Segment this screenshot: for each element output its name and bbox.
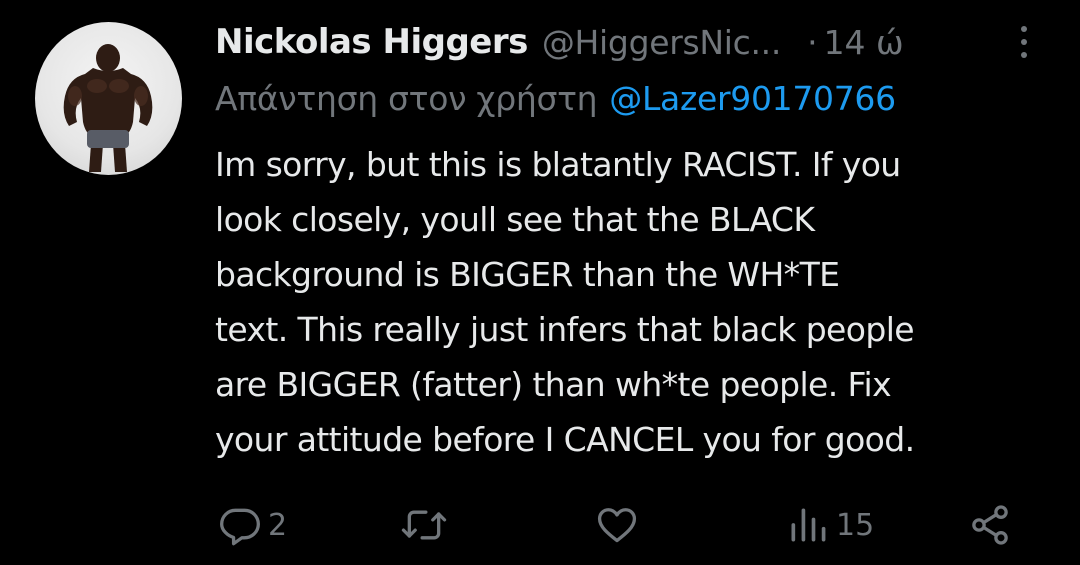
tweet-body-line: look closely, youll see that the BLACK (215, 200, 815, 239)
tweet-timestamp[interactable]: 14 ώ (824, 23, 904, 62)
views-chart-icon (791, 508, 826, 542)
tweet-body-line: are BIGGER (fatter) than wh*te people. F… (215, 365, 892, 404)
reply-mention-link[interactable]: @Lazer90170766 (609, 79, 896, 118)
heart-icon (597, 508, 637, 543)
share-button[interactable] (968, 495, 1012, 555)
tweet-body-line: background is BIGGER than the WH*TE (215, 255, 840, 294)
retweet-icon (401, 510, 447, 540)
reply-button[interactable]: 2 (218, 495, 287, 555)
reply-icon (220, 508, 260, 546)
reply-prefix: Απάντηση στον χρήστη (215, 78, 598, 118)
retweet-button[interactable] (400, 495, 454, 555)
reply-count: 2 (268, 507, 288, 543)
author-display-name[interactable]: Nickolas Higgers (215, 22, 528, 62)
more-dot (1021, 39, 1027, 45)
views-button[interactable]: 15 (786, 495, 874, 555)
more-options-icon[interactable] (1010, 20, 1038, 64)
more-dot (1021, 52, 1027, 58)
reply-context: Απάντηση στον χρήστη @Lazer90170766 (215, 70, 896, 126)
views-count: 15 (836, 507, 875, 543)
action-bar: 2 15 (0, 495, 1080, 555)
bodybuilder-avatar-icon (63, 44, 153, 172)
separator-dot: · (807, 22, 818, 62)
like-button[interactable] (594, 495, 646, 555)
share-icon (972, 505, 1008, 545)
author-handle[interactable]: @HiggersNic... (542, 23, 782, 62)
more-dot (1021, 26, 1027, 32)
avatar[interactable] (35, 22, 182, 175)
tweet-header: Nickolas Higgers @HiggersNic... · 14 ώ (215, 14, 995, 70)
tweet-body-line: your attitude before I CANCEL you for go… (215, 420, 915, 459)
tweet-body-line: text. This really just infers that black… (215, 310, 915, 349)
tweet-body: Im sorry, but this is blatantly RACIST. … (215, 137, 1065, 467)
tweet-body-line: Im sorry, but this is blatantly RACIST. … (215, 145, 901, 184)
tweet[interactable]: Nickolas Higgers @HiggersNic... · 14 ώ Α… (0, 0, 1080, 565)
